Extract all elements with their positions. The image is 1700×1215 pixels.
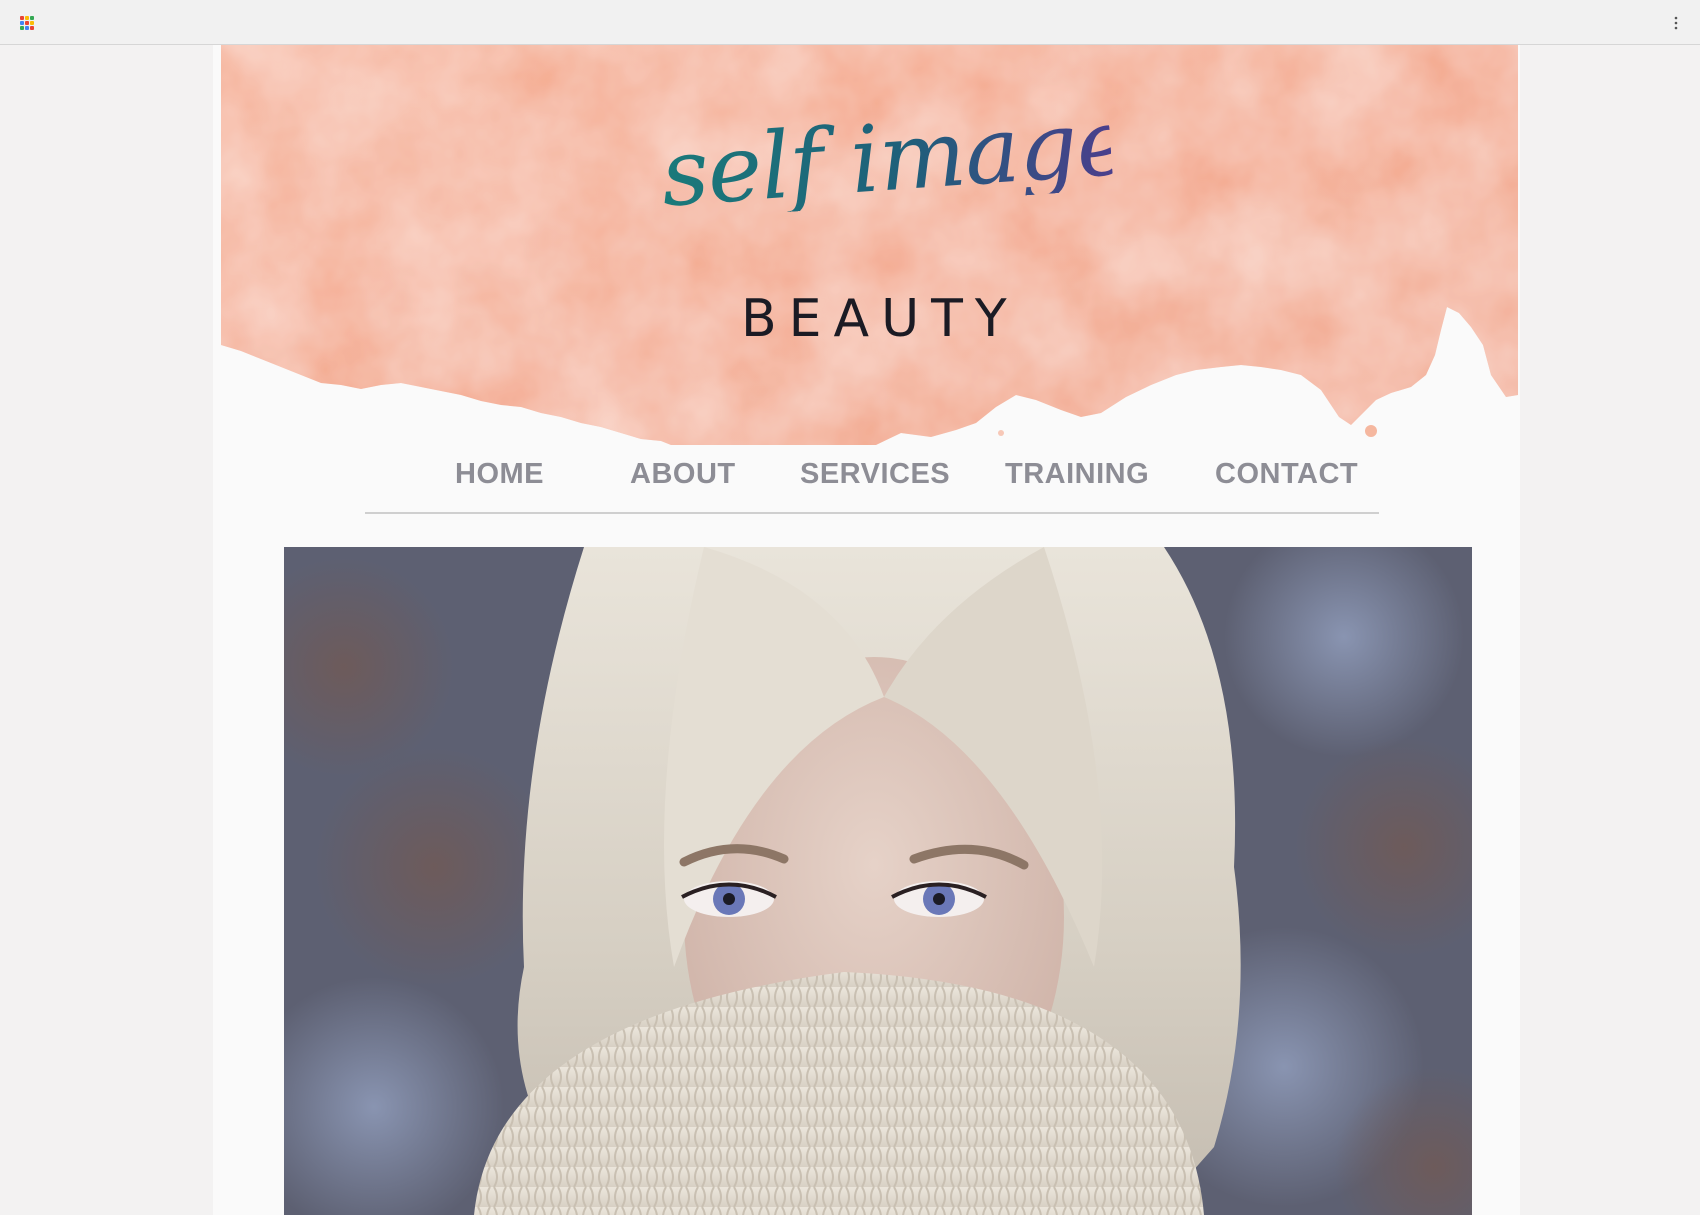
hero-photo-illustration <box>284 547 1472 1215</box>
hero-image <box>284 547 1472 1215</box>
brand-logo[interactable]: self image BEAUTY <box>658 88 1134 373</box>
logo-script-text: self image <box>657 88 1134 228</box>
logo-subtitle-text: BEAUTY <box>741 289 1019 349</box>
nav-item-about[interactable]: ABOUT <box>630 458 736 491</box>
nav-item-contact[interactable]: CONTACT <box>1215 458 1358 491</box>
nav-item-services[interactable]: SERVICES <box>800 458 950 491</box>
kebab-menu-icon[interactable] <box>1672 15 1680 31</box>
nav-item-home[interactable]: HOME <box>455 458 544 491</box>
apps-grid-icon[interactable] <box>20 16 35 31</box>
page-content: self image BEAUTY HOME ABOUT SERVICES TR… <box>213 45 1520 1215</box>
nav-divider <box>365 512 1379 514</box>
site-header: self image BEAUTY <box>221 45 1518 445</box>
main-nav: HOME ABOUT SERVICES TRAINING CONTACT <box>365 458 1379 498</box>
browser-toolbar <box>0 0 1700 45</box>
nav-item-training[interactable]: TRAINING <box>1005 458 1149 491</box>
